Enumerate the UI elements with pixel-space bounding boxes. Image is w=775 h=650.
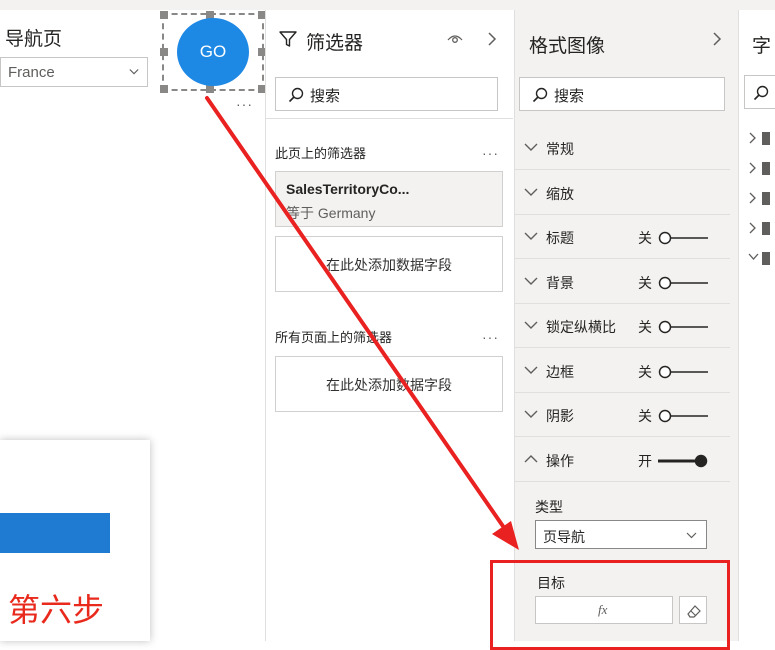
annotation-arrow <box>205 96 519 550</box>
annotation-highlight-box <box>490 560 730 650</box>
